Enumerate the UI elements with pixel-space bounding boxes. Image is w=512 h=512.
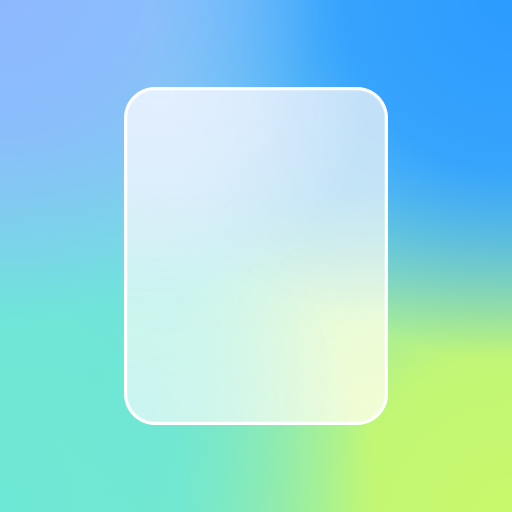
gradient-background [0,0,512,512]
blank-card [124,87,388,425]
